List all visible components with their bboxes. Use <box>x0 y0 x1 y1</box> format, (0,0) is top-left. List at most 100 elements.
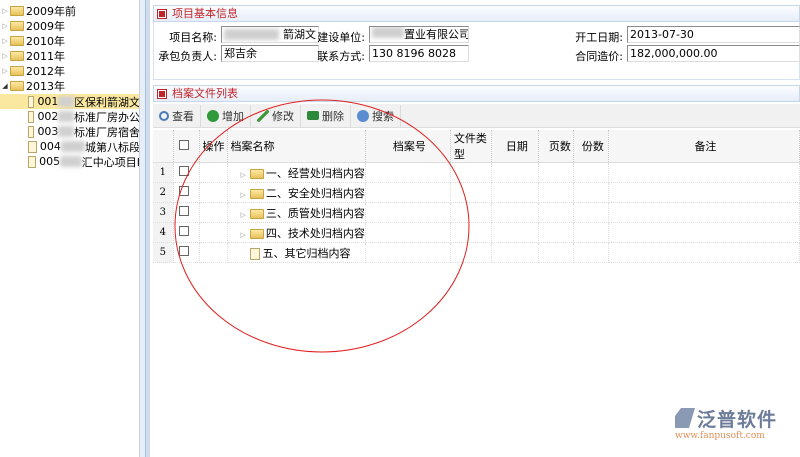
expand-icon[interactable]: ▷ <box>241 191 246 199</box>
search-button[interactable]: 搜索 <box>351 104 401 127</box>
row-number: 1 <box>153 162 174 183</box>
tree-label: 2013年 <box>26 79 65 93</box>
archive-table: 操作 档案名称 档案号 文件类型 日期 页数 份数 备注 1 ▷ 一、经营处归档内容… <box>153 130 800 263</box>
row-number-header <box>153 130 174 163</box>
tree-label: 区保利箭湖文 <box>74 95 140 109</box>
row-checkbox[interactable] <box>178 186 189 196</box>
search-icon <box>159 110 169 121</box>
button-label: 查看 <box>172 109 194 123</box>
folder-icon <box>10 5 24 16</box>
section-title: 档案文件列表 <box>172 87 238 100</box>
folder-icon <box>10 65 24 76</box>
edit-button[interactable]: 修改 <box>251 104 301 127</box>
tree-label: 2011年 <box>26 49 65 63</box>
plus-icon <box>207 109 219 122</box>
document-icon <box>28 155 37 168</box>
tree-code: 004 <box>39 140 61 153</box>
select-all-header <box>173 130 200 163</box>
value: 置业有限公司 <box>404 28 469 41</box>
section-header-archive: 档案文件列表 <box>153 85 800 102</box>
archive-name: 三、质管处归档内容 <box>265 206 365 220</box>
expand-icon[interactable]: ▷ <box>0 7 10 15</box>
document-icon <box>28 140 37 153</box>
tree-node[interactable]: ▷ 2009年 <box>0 18 139 33</box>
expand-icon[interactable]: ▷ <box>241 211 246 219</box>
table-row[interactable]: 2 ▷ 二、安全处归档内容 <box>153 182 800 203</box>
select-all-checkbox[interactable] <box>178 139 189 150</box>
folder-icon <box>249 188 264 199</box>
tree-node[interactable]: ▷ 2012年 <box>0 63 139 78</box>
tree-node[interactable]: 005 汇中心项目I <box>0 154 140 169</box>
row-number: 5 <box>153 242 174 263</box>
label: 开工日期: <box>575 31 623 44</box>
builder-field[interactable]: 置业有限公司 <box>369 26 469 43</box>
section-title: 项目基本信息 <box>172 7 238 20</box>
expand-icon[interactable]: ▷ <box>0 52 10 60</box>
expand-icon[interactable]: ▷ <box>0 67 10 75</box>
tree-label: 2009年前 <box>26 4 76 18</box>
table-row[interactable]: 4 ▷ 四、技术处归档内容 <box>153 222 800 243</box>
tree-label: 城第八标段 <box>85 140 140 154</box>
folder-icon <box>10 35 24 46</box>
folder-icon <box>10 50 24 61</box>
tree-node[interactable]: ◢ 2013年 <box>0 78 139 93</box>
column-header[interactable]: 备注 <box>608 130 800 163</box>
label: 项目名称: <box>169 31 217 44</box>
expand-icon[interactable]: ▷ <box>241 231 246 239</box>
tree-node-selected[interactable]: 001 区保利箭湖文 <box>0 94 140 109</box>
contact-field[interactable]: 130 8196 8028 <box>369 45 469 62</box>
tree-node[interactable]: ▷ 2011年 <box>0 48 139 63</box>
table-row[interactable]: 1 ▷ 一、经营处归档内容 <box>153 162 800 183</box>
table-row[interactable]: 3 ▷ 三、质管处归档内容 <box>153 202 800 223</box>
tree-code: 003 <box>37 125 59 138</box>
tree-label: 2010年 <box>26 34 65 48</box>
tree-code: 005 <box>39 155 61 168</box>
expand-icon[interactable]: ▷ <box>0 37 10 45</box>
tree-label: 2009年 <box>26 19 65 33</box>
tree-node[interactable]: 002 标准厂房办公 <box>0 109 139 124</box>
document-icon <box>249 247 260 260</box>
folder-open-icon <box>10 80 24 91</box>
table-row[interactable]: 5 五、其它归档内容 <box>153 242 800 263</box>
column-header[interactable]: 份数 <box>573 130 609 163</box>
label: 承包负责人: <box>158 50 217 63</box>
add-button[interactable]: 增加 <box>201 104 251 127</box>
row-number: 3 <box>153 202 174 223</box>
tree-node[interactable]: 004 城第八标段 <box>0 139 140 154</box>
button-label: 增加 <box>222 109 244 123</box>
row-checkbox[interactable] <box>178 246 189 256</box>
row-checkbox[interactable] <box>178 166 189 176</box>
folder-icon <box>249 228 264 239</box>
folder-icon <box>10 20 24 31</box>
collapse-icon[interactable]: ◢ <box>0 82 10 90</box>
tree-label: 汇中心项目I <box>81 155 140 169</box>
brand-logo: 泛普软件 www.fanpusoft.com <box>675 405 800 441</box>
column-header[interactable]: 档案号 <box>365 130 451 163</box>
expand-icon[interactable]: ▷ <box>0 22 10 30</box>
collapse-icon[interactable] <box>157 89 167 99</box>
tree-node[interactable]: 003 标准厂房宿舍 <box>0 124 140 139</box>
toolbar: 查看 增加 修改 删除 搜索 <box>153 104 800 128</box>
row-checkbox[interactable] <box>178 206 189 216</box>
column-header[interactable]: 档案名称 <box>227 130 366 163</box>
tree-label: 标准厂房宿舍 <box>74 125 140 139</box>
archive-name: 二、安全处归档内容 <box>265 186 365 200</box>
column-header[interactable]: 日期 <box>491 130 539 163</box>
column-header[interactable]: 文件类型 <box>450 130 492 163</box>
tree-code: 002 <box>37 110 59 123</box>
contract-price-field[interactable]: 182,000,000.00 <box>627 45 800 62</box>
tree-node[interactable]: ▷ 2009年前 <box>0 3 139 18</box>
start-date-field[interactable]: 2013-07-30 <box>627 26 800 43</box>
tree-node[interactable]: ▷ 2010年 <box>0 33 139 48</box>
row-number: 4 <box>153 222 174 243</box>
minus-icon <box>307 111 319 120</box>
label: 合同造价: <box>575 50 623 63</box>
archive-name: 一、经营处归档内容 <box>265 166 365 180</box>
delete-button[interactable]: 删除 <box>301 104 351 127</box>
row-checkbox[interactable] <box>178 226 189 236</box>
column-header[interactable]: 页数 <box>538 130 574 163</box>
view-button[interactable]: 查看 <box>153 104 201 127</box>
column-header[interactable]: 操作 <box>199 130 228 163</box>
collapse-icon[interactable] <box>157 9 167 19</box>
expand-icon[interactable]: ▷ <box>241 171 246 179</box>
